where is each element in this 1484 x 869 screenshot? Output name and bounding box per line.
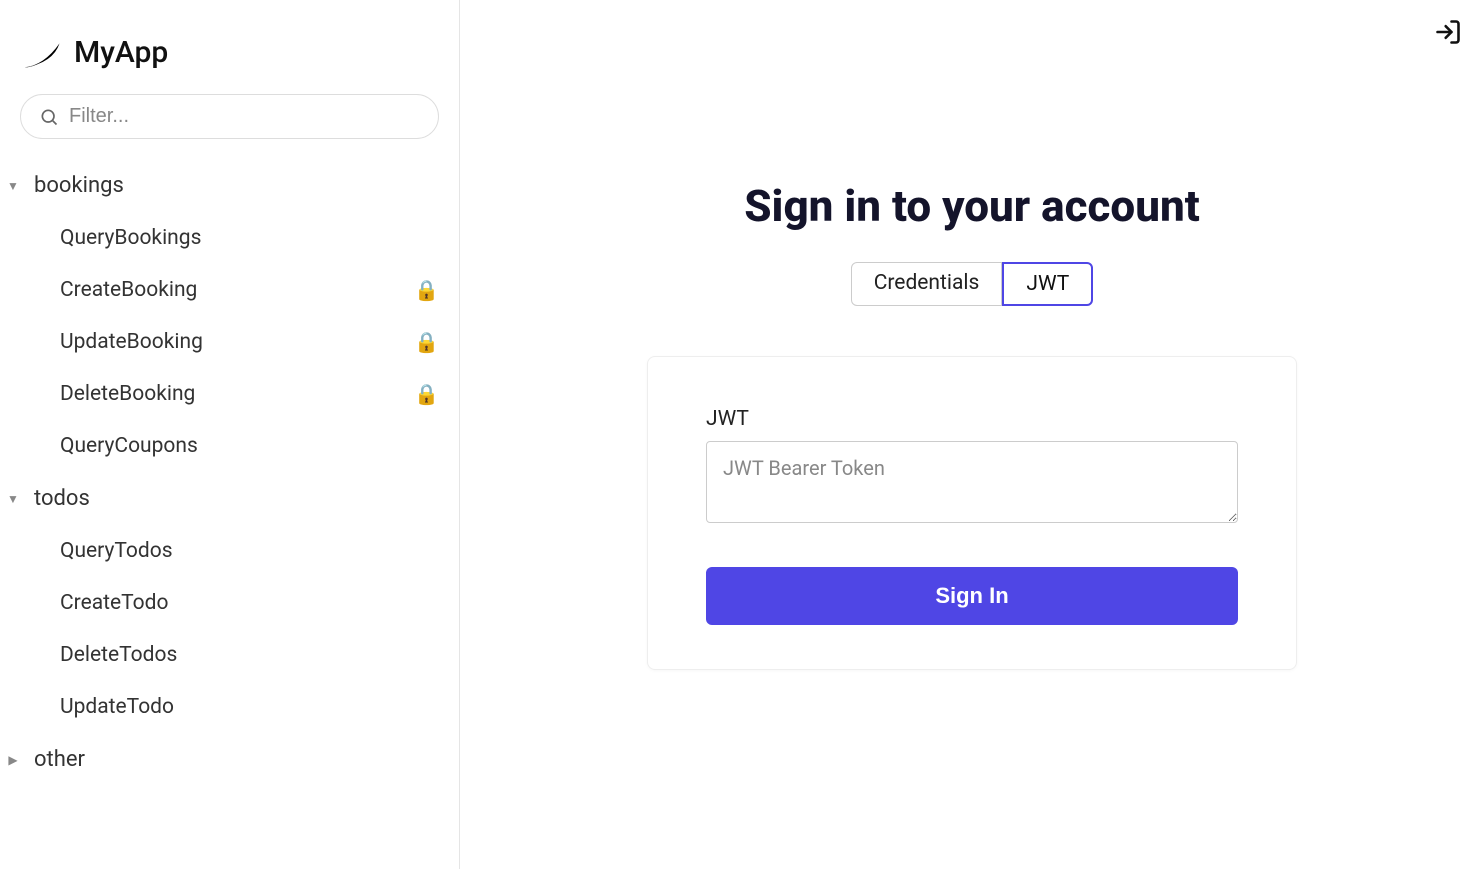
signin-title: Sign in to your account	[744, 180, 1199, 232]
nav-item-label: DeleteTodos	[60, 643, 177, 667]
nav-item-updatebooking[interactable]: UpdateBooking 🔒	[0, 316, 459, 368]
group-header-todos[interactable]: todos	[0, 472, 459, 525]
sidebar: MyApp bookings QueryBookings CreateBooking…	[0, 0, 460, 869]
signin-button[interactable]: Sign In	[706, 567, 1238, 625]
group-title: bookings	[34, 173, 124, 198]
lock-icon: 🔒	[414, 330, 439, 354]
nav-item-label: CreateTodo	[60, 591, 168, 615]
nav-item-querycoupons[interactable]: QueryCoupons	[0, 420, 459, 472]
nav-item-label: QueryCoupons	[60, 434, 198, 458]
app-name: MyApp	[74, 35, 168, 70]
lock-icon: 🔒	[414, 382, 439, 406]
nav-item-createtodo[interactable]: CreateTodo	[0, 577, 459, 629]
tab-credentials[interactable]: Credentials	[851, 262, 1003, 306]
nav-item-label: QueryTodos	[60, 539, 173, 563]
nav-item-querybookings[interactable]: QueryBookings	[0, 212, 459, 264]
app-logo[interactable]: MyApp	[0, 20, 459, 94]
group-title: todos	[34, 486, 90, 511]
auth-tabs: Credentials JWT	[851, 262, 1094, 306]
nav-item-updatetodo[interactable]: UpdateTodo	[0, 681, 459, 733]
main-content: Sign in to your account Credentials JWT …	[460, 0, 1484, 869]
filter-input[interactable]	[69, 105, 420, 128]
chevron-down-icon	[6, 492, 20, 506]
signin-form-card: JWT Sign In	[647, 356, 1297, 670]
nav-item-label: QueryBookings	[60, 226, 201, 250]
nav-item-label: UpdateBooking	[60, 330, 203, 354]
nav-tree: bookingsQueryBookingsCreateBooking🔒Updat…	[0, 159, 459, 786]
filter-search-box[interactable]	[20, 94, 439, 139]
login-icon-button[interactable]	[1434, 18, 1462, 50]
nav-item-deletebooking[interactable]: DeleteBooking 🔒	[0, 368, 459, 420]
nav-item-label: CreateBooking	[60, 278, 197, 302]
chevron-right-icon	[6, 753, 20, 767]
login-icon	[1434, 18, 1462, 46]
nav-item-querytodos[interactable]: QueryTodos	[0, 525, 459, 577]
group-title: other	[34, 747, 85, 772]
nav-item-deletetodos[interactable]: DeleteTodos	[0, 629, 459, 681]
group-header-other[interactable]: other	[0, 733, 459, 786]
group-header-bookings[interactable]: bookings	[0, 159, 459, 212]
search-icon	[39, 107, 59, 127]
search-wrap	[0, 94, 459, 159]
chevron-down-icon	[6, 179, 20, 193]
nav-item-label: UpdateTodo	[60, 695, 174, 719]
nav-item-label: DeleteBooking	[60, 382, 195, 406]
lock-icon: 🔒	[414, 278, 439, 302]
jwt-input[interactable]	[706, 441, 1238, 523]
app-logo-icon	[20, 30, 64, 74]
nav-item-createbooking[interactable]: CreateBooking 🔒	[0, 264, 459, 316]
tab-jwt[interactable]: JWT	[1002, 262, 1093, 306]
jwt-label: JWT	[706, 407, 1238, 431]
